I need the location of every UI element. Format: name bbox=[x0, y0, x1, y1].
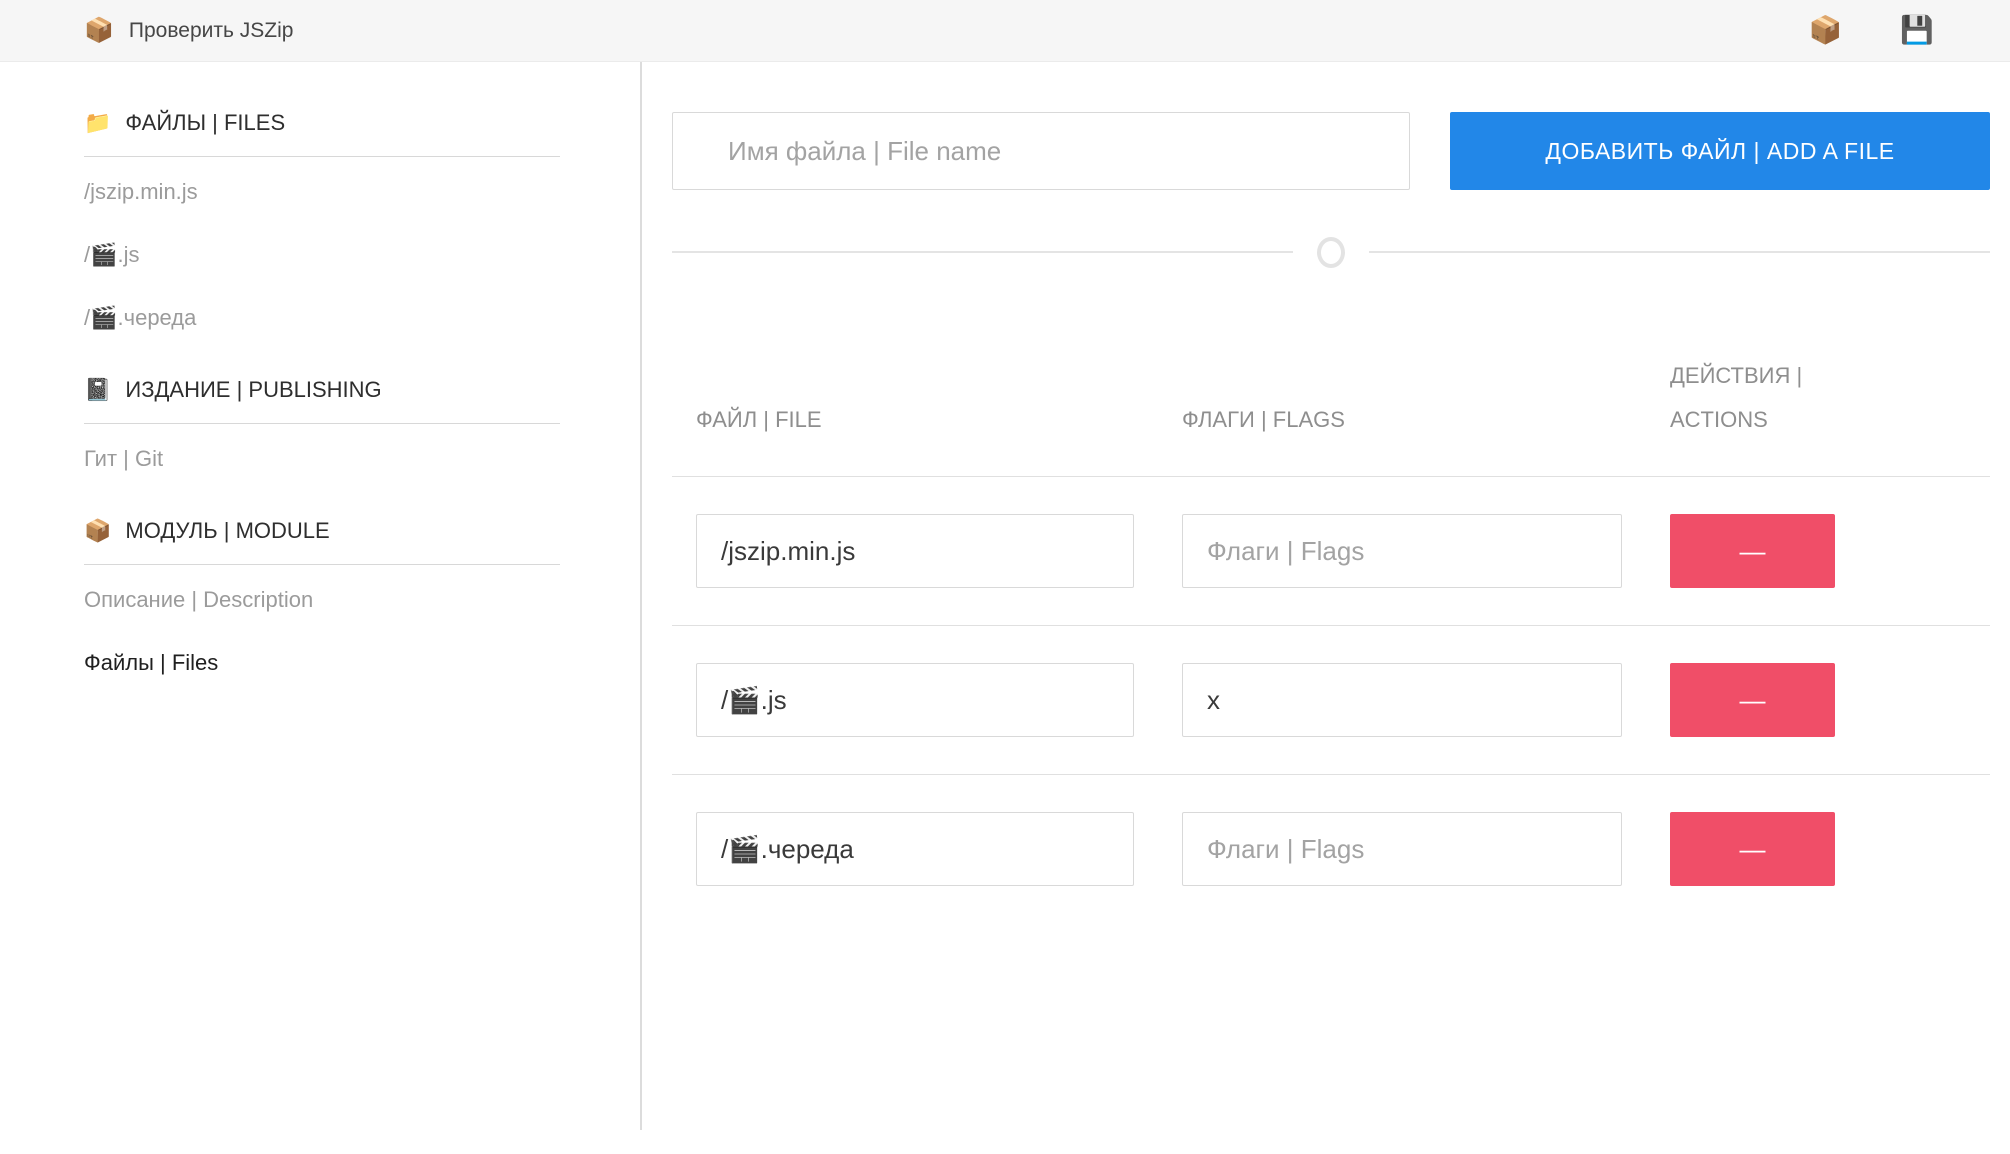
sidebar-item-files[interactable]: Файлы | Files bbox=[84, 648, 560, 678]
divider-line bbox=[672, 251, 1293, 253]
file-cell bbox=[672, 514, 1158, 588]
top-bar-actions: 📦 💾 bbox=[1809, 17, 1934, 44]
loading-spinner-icon bbox=[1317, 237, 1345, 268]
add-file-button[interactable]: ДОБАВИТЬ ФАЙЛ | ADD A FILE bbox=[1450, 112, 1990, 190]
actions-cell: — bbox=[1646, 663, 1990, 737]
file-name-input[interactable] bbox=[672, 112, 1410, 190]
sidebar-section-publishing: 📓 ИЗДАНИЕ | PUBLISHING Гит | Git bbox=[84, 375, 560, 474]
layout: 📁 ФАЙЛЫ | FILES /jszip.min.js /🎬.js /🎬.ч… bbox=[0, 62, 2010, 1154]
actions-cell: — bbox=[1646, 812, 1990, 886]
add-file-row: ДОБАВИТЬ ФАЙЛ | ADD A FILE bbox=[672, 112, 1990, 190]
files-table: ФАЙЛ | FILE ФЛАГИ | FLAGS ДЕЙСТВИЯ | ACT… bbox=[672, 354, 1990, 923]
file-path-input[interactable] bbox=[696, 663, 1134, 737]
file-cell bbox=[672, 663, 1158, 737]
flags-cell bbox=[1158, 812, 1646, 886]
sidebar-section-files-header: 📁 ФАЙЛЫ | FILES bbox=[84, 108, 560, 138]
sidebar-item-clapper-chereda[interactable]: /🎬.череда bbox=[84, 303, 560, 333]
table-header-row: ФАЙЛ | FILE ФЛАГИ | FLAGS ДЕЙСТВИЯ | ACT… bbox=[672, 354, 1990, 477]
divider-line bbox=[1369, 251, 1990, 253]
save-icon[interactable]: 💾 bbox=[1900, 17, 1934, 44]
sidebar-item-description[interactable]: Описание | Description bbox=[84, 585, 560, 615]
top-bar: 📦 Проверить JSZip 📦 💾 bbox=[0, 0, 2010, 62]
sidebar-section-module-header: 📦 МОДУЛЬ | MODULE bbox=[84, 516, 560, 546]
divider bbox=[84, 564, 560, 565]
actions-cell: — bbox=[1646, 514, 1990, 588]
column-header-actions: ДЕЙСТВИЯ | ACTIONS bbox=[1646, 354, 1990, 442]
sidebar-section-publishing-header: 📓 ИЗДАНИЕ | PUBLISHING bbox=[84, 375, 560, 405]
flags-cell bbox=[1158, 514, 1646, 588]
main-content: ДОБАВИТЬ ФАЙЛ | ADD A FILE ФАЙЛ | FILE Ф… bbox=[642, 62, 2010, 1154]
spinner-divider bbox=[672, 236, 1990, 268]
flags-input[interactable] bbox=[1182, 663, 1622, 737]
remove-file-button[interactable]: — bbox=[1670, 663, 1835, 737]
sidebar-item-git[interactable]: Гит | Git bbox=[84, 444, 560, 474]
sidebar-item-jszip-min-js[interactable]: /jszip.min.js bbox=[84, 177, 560, 207]
sidebar: 📁 ФАЙЛЫ | FILES /jszip.min.js /🎬.js /🎬.ч… bbox=[0, 62, 642, 1130]
column-header-flags: ФЛАГИ | FLAGS bbox=[1158, 398, 1646, 442]
app-title: Проверить JSZip bbox=[129, 19, 294, 43]
sidebar-section-module-label: МОДУЛЬ | MODULE bbox=[125, 516, 329, 546]
sidebar-section-module: 📦 МОДУЛЬ | MODULE Описание | Description… bbox=[84, 516, 560, 678]
file-path-input[interactable] bbox=[696, 812, 1134, 886]
file-path-input[interactable] bbox=[696, 514, 1134, 588]
sidebar-section-files: 📁 ФАЙЛЫ | FILES /jszip.min.js /🎬.js /🎬.ч… bbox=[84, 108, 560, 333]
folder-icon: 📁 bbox=[84, 112, 111, 134]
divider bbox=[84, 423, 560, 424]
flags-input[interactable] bbox=[1182, 812, 1622, 886]
notebook-icon: 📓 bbox=[84, 379, 111, 401]
column-header-file: ФАЙЛ | FILE bbox=[672, 398, 1158, 442]
flags-cell bbox=[1158, 663, 1646, 737]
package-icon: 📦 bbox=[84, 19, 114, 43]
app-window: 📦 Проверить JSZip 📦 💾 📁 ФАЙЛЫ | FILES /j… bbox=[0, 0, 2010, 1154]
package-icon[interactable]: 📦 bbox=[1809, 17, 1843, 44]
file-cell bbox=[672, 812, 1158, 886]
sidebar-section-publishing-label: ИЗДАНИЕ | PUBLISHING bbox=[125, 375, 381, 405]
sidebar-item-clapper-js[interactable]: /🎬.js bbox=[84, 240, 560, 270]
table-row: — bbox=[672, 775, 1990, 923]
package-icon: 📦 bbox=[84, 520, 111, 542]
divider bbox=[84, 156, 560, 157]
sidebar-section-files-label: ФАЙЛЫ | FILES bbox=[125, 108, 285, 138]
table-row: — bbox=[672, 626, 1990, 775]
remove-file-button[interactable]: — bbox=[1670, 514, 1835, 588]
app-title-group: 📦 Проверить JSZip bbox=[84, 19, 293, 43]
remove-file-button[interactable]: — bbox=[1670, 812, 1835, 886]
column-header-actions-label: ДЕЙСТВИЯ | ACTIONS bbox=[1670, 354, 1855, 442]
flags-input[interactable] bbox=[1182, 514, 1622, 588]
table-row: — bbox=[672, 477, 1990, 626]
